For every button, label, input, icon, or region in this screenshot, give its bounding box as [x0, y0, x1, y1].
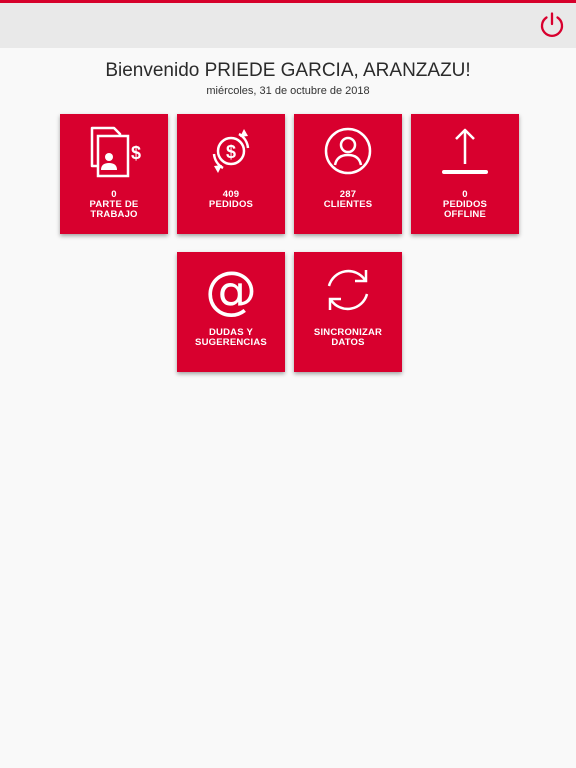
money-exchange-icon: $	[212, 129, 250, 173]
upload-icon	[442, 128, 488, 174]
tile-pedidos-offline[interactable]: 0 PEDIDOS OFFLINE	[411, 114, 519, 234]
at-sign-icon: @	[205, 264, 257, 318]
current-date: miércoles, 31 de octubre de 2018	[206, 85, 370, 97]
sync-icon	[327, 269, 369, 311]
tile-label-line2: OFFLINE	[443, 209, 487, 220]
tile-sincronizar-datos[interactable]: SINCRONIZAR DATOS	[294, 252, 402, 372]
svg-text:$: $	[226, 142, 236, 162]
svg-text:$: $	[131, 143, 141, 163]
tile-label-line2: TRABAJO	[90, 209, 138, 220]
svg-text:@: @	[205, 264, 257, 318]
welcome-title: Bienvenido PRIEDE GARCIA, ARANZAZU!	[105, 60, 471, 81]
top-bar	[0, 3, 576, 48]
tile-pedidos[interactable]: $ 409 PEDIDOS	[177, 114, 285, 234]
tile-dudas-y-sugerencias[interactable]: @ DUDAS Y SUGERENCIAS	[177, 252, 285, 372]
power-icon[interactable]	[537, 10, 567, 40]
user-icon	[324, 127, 372, 175]
work-report-icon: $	[90, 126, 141, 178]
tile-label-line2: SUGERENCIAS	[195, 337, 267, 348]
tile-clientes[interactable]: 287 CLIENTES	[294, 114, 402, 234]
tile-label-line1: CLIENTES	[323, 199, 373, 210]
tile-label-line1: PEDIDOS	[208, 199, 254, 210]
tile-parte-de-trabajo[interactable]: $ 0 PARTE DE TRABAJO	[60, 114, 168, 234]
tile-label-line2: DATOS	[331, 337, 365, 348]
